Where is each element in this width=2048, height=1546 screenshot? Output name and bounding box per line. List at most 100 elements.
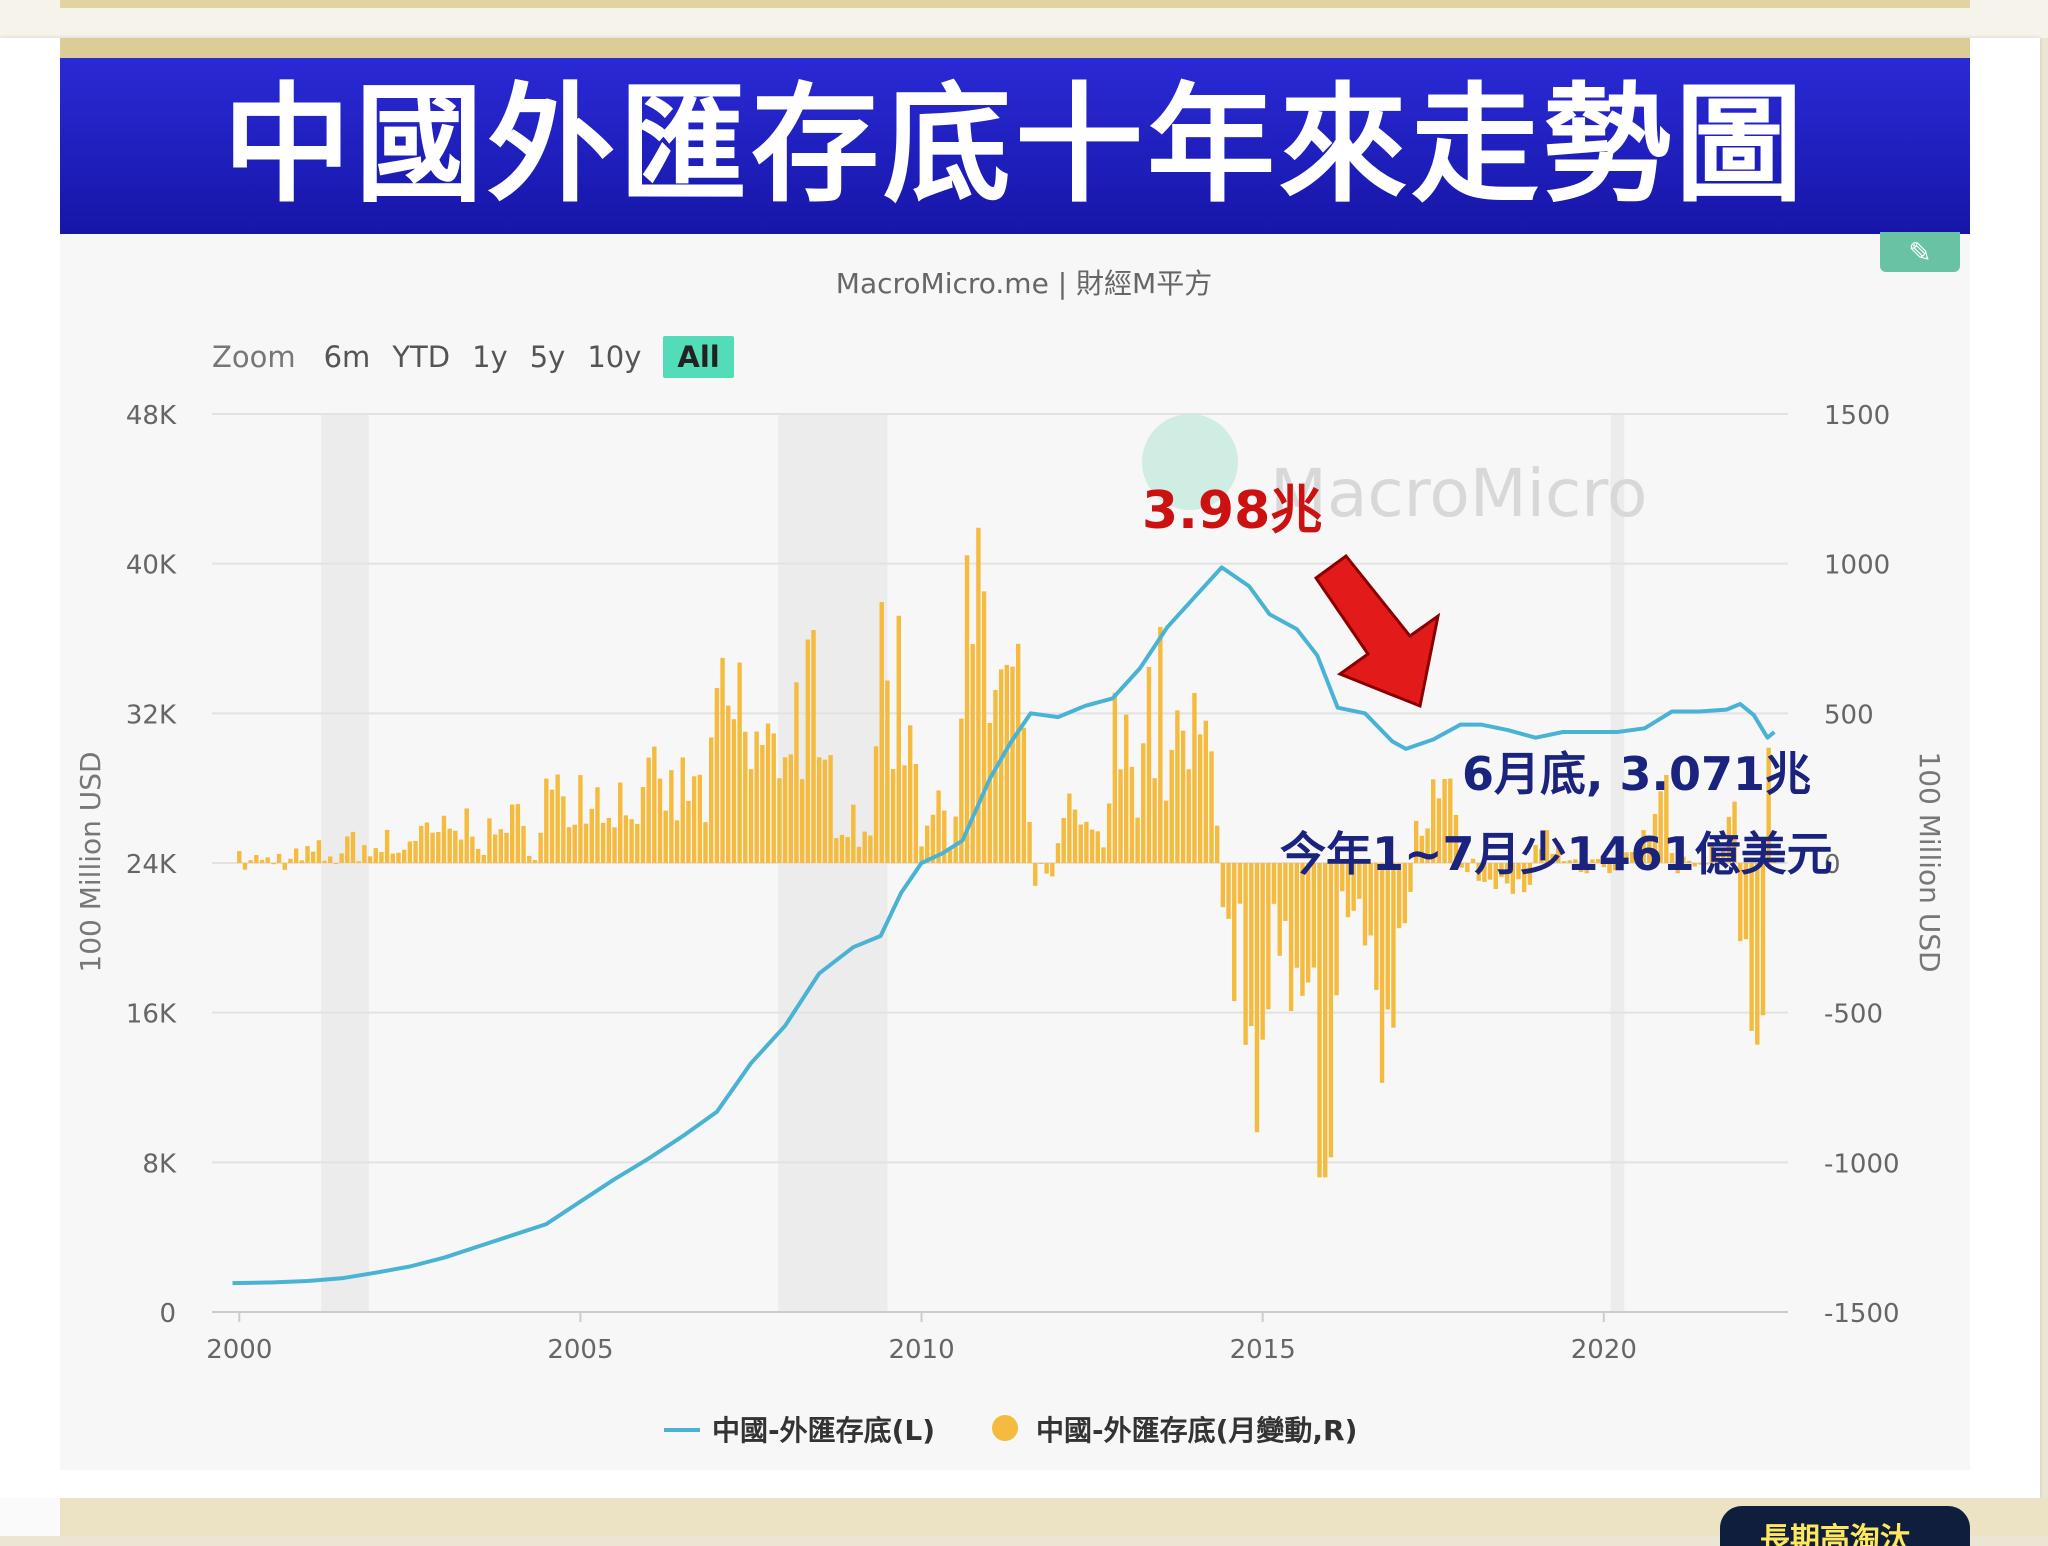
monthly-change-bar	[686, 800, 691, 863]
monthly-change-bar	[936, 790, 941, 863]
bottom-pill-button[interactable]: 長期高淘汰	[1720, 1506, 1970, 1546]
monthly-change-bar	[436, 831, 441, 863]
monthly-change-bar	[362, 845, 367, 863]
monthly-change-bar	[595, 787, 600, 863]
x-tick-label: 2000	[206, 1335, 272, 1365]
x-tick-label: 2020	[1571, 1335, 1637, 1365]
left-tick-label: 40K	[126, 551, 177, 581]
latest-annotation: 6月底, 3.071兆	[1462, 747, 1811, 801]
monthly-change-bar	[583, 823, 589, 863]
monthly-change-bar	[356, 861, 361, 863]
monthly-change-bar	[737, 662, 742, 863]
left-tick-label: 16K	[126, 1000, 177, 1030]
monthly-change-bar	[834, 838, 839, 863]
monthly-change-bar	[902, 765, 907, 863]
monthly-change-bar	[322, 860, 327, 863]
monthly-change-bar	[441, 815, 447, 863]
monthly-change-bar	[782, 757, 788, 863]
right-tick-label: -500	[1824, 1000, 1883, 1030]
monthly-change-bar	[862, 831, 867, 863]
monthly-change-bar	[1078, 824, 1083, 863]
monthly-change-bar	[697, 774, 703, 863]
monthly-change-bar	[1118, 769, 1123, 863]
monthly-change-bar	[458, 839, 464, 863]
monthly-change-bar	[379, 851, 384, 863]
monthly-change-bar	[367, 856, 373, 863]
monthly-change-bar	[572, 824, 577, 863]
right-tick-label: 500	[1824, 700, 1874, 730]
monthly-change-bar	[680, 757, 685, 863]
x-tick-label: 2015	[1230, 1335, 1296, 1365]
monthly-change-bar	[1385, 863, 1390, 1010]
monthly-change-bar	[1146, 666, 1152, 863]
monthly-change-bar	[1169, 749, 1174, 863]
monthly-change-bar	[964, 555, 970, 863]
monthly-change-bar	[663, 810, 668, 863]
monthly-change-bar	[1317, 863, 1322, 1178]
monthly-change-bar	[1135, 817, 1140, 863]
monthly-change-bar	[475, 849, 481, 863]
monthly-change-bar	[925, 825, 930, 863]
right-tick-label: 1000	[1824, 551, 1890, 581]
monthly-change-bar	[1266, 863, 1271, 1010]
monthly-change-bar	[765, 723, 771, 863]
monthly-change-bar	[657, 778, 663, 863]
monthly-change-bar	[1084, 821, 1089, 863]
monthly-change-bar	[1038, 863, 1044, 864]
monthly-change-bar	[845, 837, 850, 863]
monthly-change-bar	[1260, 863, 1265, 1040]
right-tick-label: -1500	[1824, 1299, 1900, 1329]
monthly-change-bar	[447, 828, 452, 863]
monthly-change-bar	[1203, 720, 1209, 863]
monthly-change-bar	[333, 863, 339, 864]
monthly-change-bar	[606, 818, 612, 863]
monthly-change-bar	[566, 827, 572, 863]
monthly-change-bar	[851, 804, 856, 863]
monthly-change-bar	[492, 834, 498, 863]
monthly-change-bar	[754, 731, 759, 863]
monthly-change-bar	[1141, 743, 1146, 863]
monthly-change-bar	[817, 757, 822, 863]
monthly-change-bar	[1101, 847, 1106, 863]
monthly-change-bar	[771, 733, 776, 863]
monthly-change-bar	[1323, 863, 1328, 1178]
monthly-change-bar	[350, 831, 356, 863]
monthly-change-bar	[1214, 825, 1220, 863]
monthly-change-bar	[316, 840, 322, 863]
left-tick-label: 32K	[126, 700, 177, 730]
monthly-change-bar	[799, 779, 805, 863]
monthly-change-bar	[1106, 803, 1112, 863]
monthly-change-bar	[544, 778, 549, 863]
monthly-change-bar	[879, 602, 884, 863]
monthly-change-bar	[1163, 800, 1169, 863]
monthly-change-bar	[538, 832, 543, 863]
monthly-change-bar	[907, 725, 913, 863]
monthly-change-bar	[1027, 822, 1032, 863]
peak-annotation: 3.98兆	[1142, 481, 1322, 541]
monthly-change-bar	[288, 858, 293, 863]
monthly-change-bar	[1124, 714, 1129, 863]
legend-line-label: 中國-外匯存底(L)	[712, 1414, 935, 1447]
monthly-change-bar	[1112, 692, 1118, 863]
monthly-change-bar	[868, 835, 873, 863]
monthly-change-bar	[691, 776, 697, 863]
monthly-change-bar	[1033, 863, 1038, 886]
monthly-change-bar	[760, 745, 765, 863]
monthly-change-bar	[635, 823, 640, 863]
monthly-change-bar	[1760, 863, 1766, 1016]
monthly-change-bar	[515, 804, 521, 863]
monthly-change-bar	[453, 830, 458, 863]
monthly-change-bar	[726, 705, 731, 863]
monthly-change-bar	[487, 818, 492, 863]
red-arrow-icon	[1313, 553, 1441, 709]
monthly-change-bar	[1254, 863, 1260, 1133]
monthly-change-bar	[600, 822, 606, 863]
monthly-change-bar	[345, 836, 350, 863]
monthly-change-bar	[282, 863, 287, 870]
legend-bar-label: 中國-外匯存底(月變動,R)	[1036, 1414, 1357, 1447]
monthly-change-bar	[407, 841, 413, 863]
monthly-change-bar	[1067, 793, 1072, 863]
monthly-change-bar	[424, 822, 430, 863]
monthly-change-bar	[305, 846, 310, 863]
monthly-change-bar	[1050, 863, 1055, 877]
